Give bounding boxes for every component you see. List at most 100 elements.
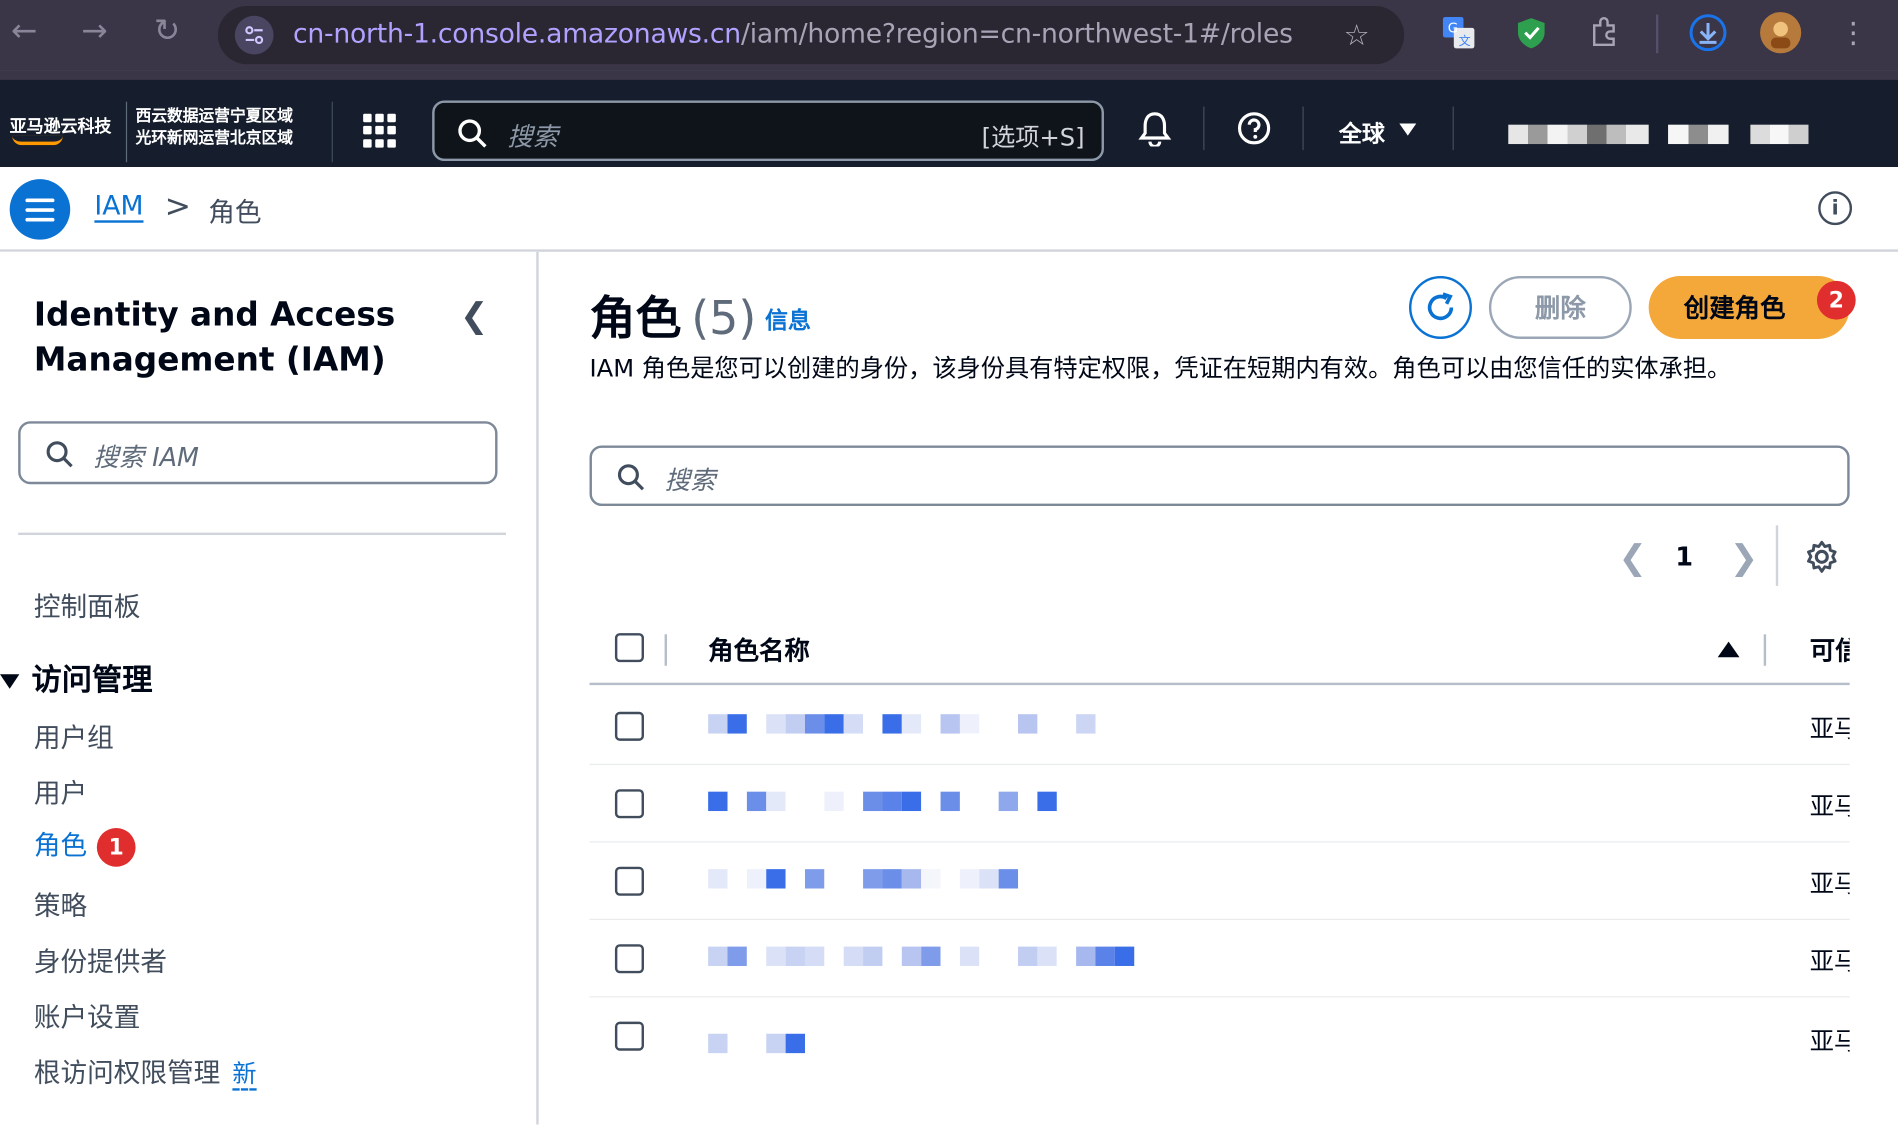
sort-ascending-icon[interactable] [1717, 641, 1740, 658]
sidebar-item-policies[interactable]: 策略 [34, 885, 87, 924]
previous-page-icon[interactable]: ❮ [1618, 537, 1646, 577]
select-all-checkbox[interactable] [614, 633, 644, 663]
next-page-icon[interactable]: ❯ [1730, 537, 1758, 577]
services-grid-icon[interactable] [363, 113, 397, 148]
gear-icon[interactable] [1805, 540, 1839, 579]
sidebar-group-access-management[interactable]: 访问管理 [0, 656, 153, 700]
region-line-ningxia: 西云数据运营宁夏区域 [135, 107, 293, 126]
new-badge: 新 [232, 1059, 257, 1091]
back-icon[interactable]: ← [0, 7, 48, 55]
row-checkbox[interactable] [614, 789, 644, 819]
site-settings-icon[interactable] [234, 15, 274, 55]
role-name-link[interactable] [708, 791, 1057, 812]
address-bar[interactable]: cn-north-1.console.amazonaws.cn/iam/home… [217, 6, 1405, 65]
row-checkbox[interactable] [614, 711, 644, 741]
refresh-button[interactable] [1409, 275, 1472, 339]
roles-search-input[interactable]: 搜索 [589, 445, 1850, 506]
table-row: 亚马 [589, 920, 1850, 998]
roles-search-placeholder: 搜索 [664, 466, 716, 496]
side-nav-title[interactable]: Identity and Access Management (IAM) [34, 293, 433, 383]
delete-button[interactable]: 删除 [1488, 275, 1632, 339]
row-checkbox[interactable] [614, 1021, 644, 1051]
trusted-entity-cell: 亚马 [1809, 1026, 1850, 1056]
side-search-input[interactable]: 搜索 IAM [18, 421, 498, 485]
sidebar-group-label: 访问管理 [31, 662, 153, 698]
header-divider [331, 101, 333, 163]
page-title: 角色 (5) [590, 281, 757, 348]
breadcrumb: IAM > 角色 i [0, 167, 1898, 252]
translate-extension-icon[interactable]: G文 [1438, 12, 1479, 53]
role-name-link[interactable] [708, 946, 1135, 966]
shield-extension-icon[interactable] [1511, 12, 1552, 53]
extensions-puzzle-icon[interactable] [1583, 12, 1624, 53]
trusted-entity-cell: 亚马 [1809, 791, 1850, 821]
region-selector[interactable]: 全球 [1339, 116, 1385, 149]
column-header-trusted-entities[interactable]: 可信 [1810, 632, 1850, 668]
side-divider [18, 532, 506, 536]
role-name-link[interactable] [708, 1033, 805, 1054]
download-icon[interactable] [1687, 12, 1728, 53]
global-search-placeholder: 搜索 [507, 122, 559, 152]
sidebar-item-user-groups[interactable]: 用户组 [34, 717, 114, 756]
role-count: (5) [691, 291, 757, 345]
aws-smile-icon [12, 136, 63, 146]
help-icon[interactable] [1232, 107, 1276, 151]
main-content: 角色 (5) 信息 删除 创建角色 2 IAM 角色是您可以创建的身份，该身份具有… [541, 252, 1898, 1125]
trusted-entity-cell: 亚马 [1809, 946, 1850, 976]
url-text[interactable]: cn-north-1.console.amazonaws.cn/iam/home… [293, 19, 1293, 49]
bell-icon[interactable] [1133, 107, 1177, 151]
search-icon [45, 439, 74, 473]
sidebar-item-account-settings[interactable]: 账户设置 [34, 996, 141, 1035]
page-description: IAM 角色是您可以创建的身份，该身份具有特定权限，凭证在短期内有效。角色可以由… [589, 353, 1732, 383]
page-number[interactable]: 1 [1675, 542, 1693, 571]
region-operators: 西云数据运营宁夏区域 光环新网运营北京区域 [136, 107, 293, 151]
account-id[interactable] [1668, 124, 1729, 145]
pager-divider [1775, 525, 1779, 586]
search-icon [616, 462, 645, 496]
svg-text:文: 文 [1459, 33, 1471, 48]
browser-menu-icon[interactable]: ⋮ [1833, 12, 1874, 53]
row-checkbox[interactable] [614, 944, 644, 974]
browser-toolbar: ← → ↻ cn-north-1.console.amazonaws.cn/ia… [0, 0, 1898, 71]
table-row: 亚马 [590, 997, 1850, 1074]
table-row: 亚马 [589, 843, 1850, 920]
header-divider [1203, 106, 1205, 151]
table-row: 亚马 [589, 688, 1850, 766]
info-panel-icon[interactable]: i [1818, 191, 1853, 226]
sidebar-item-users[interactable]: 用户 [34, 772, 87, 811]
column-divider [664, 634, 667, 666]
breadcrumb-current: 角色 [208, 198, 262, 229]
column-header-role-name[interactable]: 角色名称 [708, 632, 810, 668]
role-name-link[interactable] [708, 869, 1019, 889]
sidebar-item-root-access[interactable]: 根访问权限管理新 [34, 1052, 257, 1091]
bookmark-star-icon[interactable]: ☆ [1344, 18, 1370, 52]
search-shortcut-hint: [选项+S] [981, 122, 1085, 152]
profile-avatar[interactable] [1760, 12, 1802, 54]
account-name[interactable] [1750, 124, 1809, 145]
trusted-entity-cell: 亚马 [1809, 869, 1850, 899]
expand-triangle-icon [0, 674, 20, 689]
region-line-beijing: 光环新网运营北京区域 [135, 129, 293, 148]
sidebar-item-identity-providers[interactable]: 身份提供者 [34, 941, 167, 980]
collapse-chevron-icon[interactable]: ❮ [460, 295, 488, 335]
row-checkbox[interactable] [614, 866, 644, 896]
aws-logo[interactable]: 亚马逊云科技 [10, 114, 112, 138]
sidebar-item-dashboard[interactable]: 控制面板 [34, 586, 141, 625]
table-header: 角色名称 可信 [589, 615, 1850, 686]
search-icon [456, 117, 487, 153]
info-link[interactable]: 信息 [765, 303, 811, 336]
step-badge: 1 [96, 827, 136, 867]
breadcrumb-iam-link[interactable]: IAM [94, 191, 143, 221]
role-name-link[interactable] [708, 714, 1096, 734]
navigation-menu-button[interactable] [9, 179, 71, 240]
page-title-text: 角色 [589, 291, 682, 345]
reload-icon[interactable]: ↻ [143, 7, 191, 55]
table-row: 亚马 [589, 765, 1850, 843]
account-menu[interactable] [1508, 124, 1649, 145]
forward-icon[interactable]: → [70, 7, 118, 55]
global-search-input[interactable]: 搜索 [选项+S] [432, 100, 1104, 161]
sidebar-item-roles[interactable]: 角色 1 [33, 824, 136, 867]
svg-text:G: G [1448, 22, 1458, 37]
sidebar-item-label: 角色 [33, 831, 88, 862]
header-divider [1452, 106, 1454, 151]
